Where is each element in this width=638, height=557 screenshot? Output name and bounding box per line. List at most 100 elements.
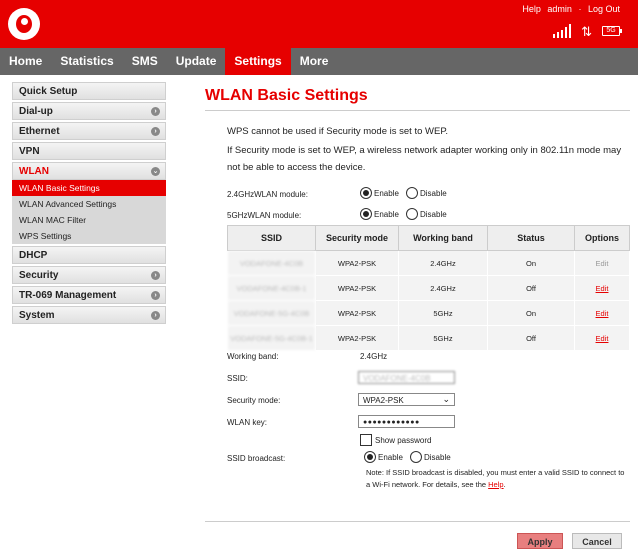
network-type-badge: 5G — [602, 26, 622, 36]
module-24-disable-radio[interactable] — [405, 187, 418, 200]
title-divider — [205, 110, 630, 111]
sidebar-item-tr069[interactable]: TR-069 Management › — [12, 286, 166, 304]
band-cell: 5GHz — [398, 325, 488, 351]
option-cell: Edit — [574, 250, 630, 276]
option-cell: Edit — [574, 275, 630, 301]
wps-notice: WPS cannot be used if Security mode is s… — [227, 126, 449, 137]
status-cell: Off — [487, 325, 575, 351]
ssid-label: SSID: — [227, 374, 248, 383]
edit-link[interactable]: Edit — [596, 334, 609, 343]
table-row: VODAFONE-4C0B-1 WPA2-PSK 2.4GHz Off Edit — [227, 275, 630, 301]
table-row: VODAFONE-5G-4C0B-1 WPA2-PSK 5GHz Off Edi… — [227, 325, 630, 351]
up-down-arrows-icon: ⇅ — [581, 23, 592, 39]
ssid-broadcast-radio-group: Enable Disable — [364, 451, 455, 464]
tab-sms[interactable]: SMS — [123, 48, 167, 75]
col-security-mode: Security mode — [315, 225, 399, 251]
tab-update[interactable]: Update — [167, 48, 226, 75]
ssid-cell: VODAFONE-4C0B-1 — [227, 275, 316, 301]
ssid-cell: VODAFONE-4C0B — [227, 250, 316, 276]
status-icons: ⇅ 5G — [553, 23, 622, 39]
edit-link-disabled: Edit — [595, 258, 609, 268]
working-band-label: Working band: — [227, 352, 279, 361]
admin-link[interactable]: admin — [547, 4, 572, 14]
tab-more[interactable]: More — [291, 48, 338, 75]
col-working-band: Working band — [398, 225, 488, 251]
help-link[interactable]: Help — [488, 480, 503, 489]
cancel-button[interactable]: Cancel — [572, 533, 622, 549]
ssid-cell: VODAFONE-5G-4C0B — [227, 300, 316, 326]
col-ssid: SSID — [227, 225, 316, 251]
help-link[interactable]: Help — [522, 4, 541, 14]
sidebar-item-vpn[interactable]: VPN — [12, 142, 166, 160]
module-24-enable-radio[interactable] — [360, 187, 372, 200]
chevron-right-icon: › — [151, 127, 160, 136]
tab-statistics[interactable]: Statistics — [51, 48, 122, 75]
settings-sidebar: Quick Setup Dial-up › Ethernet › VPN WLAN ⌄… — [12, 82, 166, 326]
sidebar-item-security[interactable]: Security › — [12, 266, 166, 284]
apply-button[interactable]: Apply — [517, 533, 563, 549]
chevron-down-icon: ⌄ — [151, 167, 160, 176]
security-mode-label: Security mode: — [227, 396, 281, 405]
module-5-radio-group: Enable Disable — [360, 208, 451, 221]
vodafone-logo — [8, 8, 40, 40]
band-cell: 5GHz — [398, 300, 488, 326]
security-cell: WPA2-PSK — [315, 250, 399, 276]
footer-divider — [205, 521, 630, 522]
sidebar-subitem-wlan-basic[interactable]: WLAN Basic Settings — [12, 180, 166, 196]
ssid-broadcast-label: SSID broadcast: — [227, 454, 286, 463]
table-header-row: SSID Security mode Working band Status O… — [227, 225, 630, 251]
sidebar-subitem-wlan-mac-filter[interactable]: WLAN MAC Filter — [12, 212, 166, 228]
wlan-key-input[interactable]: ●●●●●●●●●●●● — [358, 415, 455, 428]
module-5-label: 5GHzWLAN module: — [227, 211, 302, 220]
chevron-down-icon: ⌄ — [442, 394, 450, 404]
option-cell: Edit — [574, 300, 630, 326]
status-cell: On — [487, 250, 575, 276]
band-cell: 2.4GHz — [398, 250, 488, 276]
sidebar-item-dial-up[interactable]: Dial-up › — [12, 102, 166, 120]
wep-notice: If Security mode is set to WEP, a wirele… — [227, 145, 622, 156]
sidebar-item-ethernet[interactable]: Ethernet › — [12, 122, 166, 140]
sidebar-item-wlan[interactable]: WLAN ⌄ — [12, 162, 166, 180]
chevron-right-icon: › — [151, 271, 160, 280]
logout-link[interactable]: Log Out — [588, 4, 620, 14]
ssid-cell: VODAFONE-5G-4C0B-1 — [227, 325, 316, 351]
security-cell: WPA2-PSK — [315, 275, 399, 301]
col-status: Status — [487, 225, 575, 251]
chevron-right-icon: › — [151, 291, 160, 300]
module-24-radio-group: Enable Disable — [360, 187, 451, 200]
security-mode-select[interactable]: WPA2-PSK ⌄ — [358, 393, 455, 406]
wlan-submenu: WLAN Basic Settings WLAN Advanced Settin… — [12, 180, 166, 244]
module-5-enable-radio[interactable] — [360, 208, 372, 221]
ssid-input[interactable]: VODAFONE-4C0B — [358, 371, 455, 384]
edit-link[interactable]: Edit — [596, 284, 609, 293]
security-cell: WPA2-PSK — [315, 325, 399, 351]
ssid-table: SSID Security mode Working band Status O… — [227, 225, 630, 351]
sidebar-item-quick-setup[interactable]: Quick Setup — [12, 82, 166, 100]
sidebar-subitem-wps[interactable]: WPS Settings — [12, 228, 166, 244]
chevron-right-icon: › — [151, 107, 160, 116]
sidebar-subitem-wlan-advanced[interactable]: WLAN Advanced Settings — [12, 196, 166, 212]
option-cell: Edit — [574, 325, 630, 351]
sidebar-item-dhcp[interactable]: DHCP — [12, 246, 166, 264]
status-cell: On — [487, 300, 575, 326]
ssid-broadcast-disable-radio[interactable] — [409, 451, 422, 464]
security-cell: WPA2-PSK — [315, 300, 399, 326]
tab-settings[interactable]: Settings — [225, 48, 291, 75]
status-cell: Off — [487, 275, 575, 301]
working-band-value: 2.4GHz — [360, 352, 388, 361]
show-password-label: Show password — [375, 436, 432, 445]
edit-link[interactable]: Edit — [596, 309, 609, 318]
wlan-key-label: WLAN key: — [227, 418, 268, 427]
tab-home[interactable]: Home — [0, 48, 51, 75]
show-password-checkbox[interactable] — [360, 434, 372, 446]
top-bar: Help admin · Log Out ⇅ 5G — [0, 0, 638, 48]
module-5-disable-radio[interactable] — [405, 208, 418, 221]
wep-notice-cont: not be able to access the device. — [227, 162, 366, 173]
page-title: WLAN Basic Settings — [205, 87, 368, 104]
band-cell: 2.4GHz — [398, 275, 488, 301]
table-row: VODAFONE-4C0B WPA2-PSK 2.4GHz On Edit — [227, 250, 630, 276]
ssid-broadcast-note: Note: If SSID broadcast is disabled, you… — [366, 468, 625, 489]
ssid-broadcast-enable-radio[interactable] — [364, 451, 376, 464]
sidebar-item-system[interactable]: System › — [12, 306, 166, 324]
separator: · — [578, 4, 582, 14]
